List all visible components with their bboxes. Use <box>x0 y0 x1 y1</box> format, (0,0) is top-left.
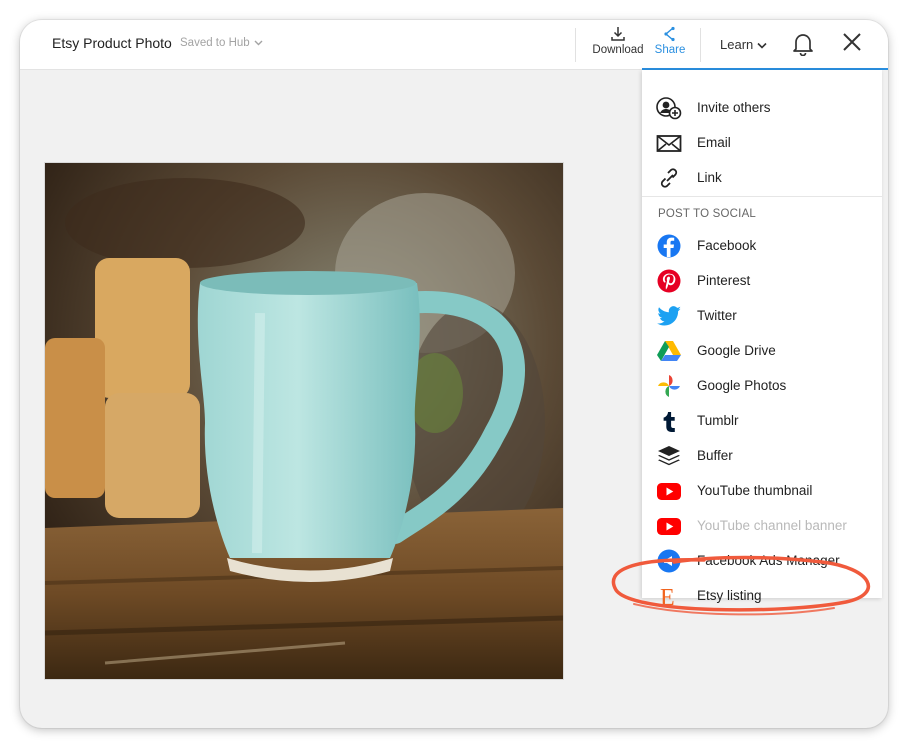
saved-status-dropdown[interactable]: Saved to Hub <box>180 37 263 49</box>
menu-item-invite-others[interactable]: Invite others <box>642 93 882 123</box>
buffer-icon <box>656 444 682 468</box>
link-icon <box>656 166 682 190</box>
menu-item-label: Tumblr <box>697 413 739 428</box>
menu-item-link[interactable]: Link <box>642 163 882 193</box>
menu-item-label: Facebook <box>697 238 757 253</box>
menu-item-label: Link <box>697 170 722 185</box>
share-label: Share <box>654 44 686 56</box>
mug-photo-image <box>45 163 563 679</box>
download-label: Download <box>592 44 644 56</box>
menu-item-label: YouTube thumbnail <box>697 483 813 498</box>
menu-divider <box>642 196 882 197</box>
menu-item-facebook-ads-manager[interactable]: Facebook Ads Manager <box>642 546 882 576</box>
bell-icon[interactable] <box>792 32 814 61</box>
facebook-icon <box>656 234 682 258</box>
menu-item-label: Invite others <box>697 100 771 115</box>
menu-item-label: Etsy listing <box>697 588 762 603</box>
download-button[interactable]: Download <box>589 26 647 56</box>
menu-item-label: Email <box>697 135 731 150</box>
post-to-social-heading: POST TO SOCIAL <box>658 208 757 220</box>
menu-item-facebook[interactable]: Facebook <box>642 231 882 261</box>
envelope-icon <box>656 131 682 155</box>
editor-window: Etsy Product Photo Saved to Hub Download… <box>20 20 888 728</box>
menu-item-label: Google Photos <box>697 378 787 393</box>
pinterest-icon <box>656 269 682 293</box>
saved-status-label: Saved to Hub <box>180 37 250 49</box>
toolbar-divider <box>700 28 701 62</box>
tumblr-icon <box>656 409 682 433</box>
youtube-icon <box>656 514 682 538</box>
menu-item-label: YouTube channel banner <box>697 518 847 533</box>
menu-item-google-drive[interactable]: Google Drive <box>642 336 882 366</box>
close-icon[interactable] <box>842 32 862 57</box>
google-drive-icon <box>656 339 682 363</box>
chevron-down-icon <box>254 37 263 49</box>
menu-item-etsy-listing[interactable]: E Etsy listing <box>642 581 882 611</box>
menu-item-label: Google Drive <box>697 343 776 358</box>
share-dropdown-menu: Invite others Email Link POST TO SOCIAL … <box>642 70 882 611</box>
menu-item-pinterest[interactable]: Pinterest <box>642 266 882 296</box>
menu-item-email[interactable]: Email <box>642 128 882 158</box>
google-photos-icon <box>656 374 682 398</box>
share-icon <box>650 26 690 42</box>
menu-item-label: Facebook Ads Manager <box>697 553 840 568</box>
menu-item-buffer[interactable]: Buffer <box>642 441 882 471</box>
product-photo[interactable] <box>44 162 564 680</box>
menu-item-tumblr[interactable]: Tumblr <box>642 406 882 436</box>
menu-item-google-photos[interactable]: Google Photos <box>642 371 882 401</box>
menu-item-label: Buffer <box>697 448 733 463</box>
invite-user-icon <box>656 96 682 120</box>
menu-item-label: Pinterest <box>697 273 751 288</box>
twitter-icon <box>656 304 682 328</box>
menu-item-youtube-channel-banner: YouTube channel banner <box>642 511 882 541</box>
facebook-ads-icon <box>656 549 682 573</box>
svg-text:E: E <box>660 585 675 608</box>
chevron-down-icon <box>757 37 767 52</box>
learn-menu-button[interactable]: Learn <box>720 37 767 52</box>
youtube-icon <box>656 479 682 503</box>
document-title[interactable]: Etsy Product Photo <box>52 35 172 51</box>
download-icon <box>589 26 647 42</box>
menu-item-youtube-thumbnail[interactable]: YouTube thumbnail <box>642 476 882 506</box>
menu-item-label: Twitter <box>697 308 737 323</box>
etsy-icon: E <box>656 584 682 611</box>
top-bar: Etsy Product Photo Saved to Hub Download… <box>20 20 888 70</box>
share-button[interactable]: Share <box>650 26 690 56</box>
toolbar-divider <box>575 28 576 62</box>
learn-label: Learn <box>720 37 754 52</box>
menu-item-twitter[interactable]: Twitter <box>642 301 882 331</box>
